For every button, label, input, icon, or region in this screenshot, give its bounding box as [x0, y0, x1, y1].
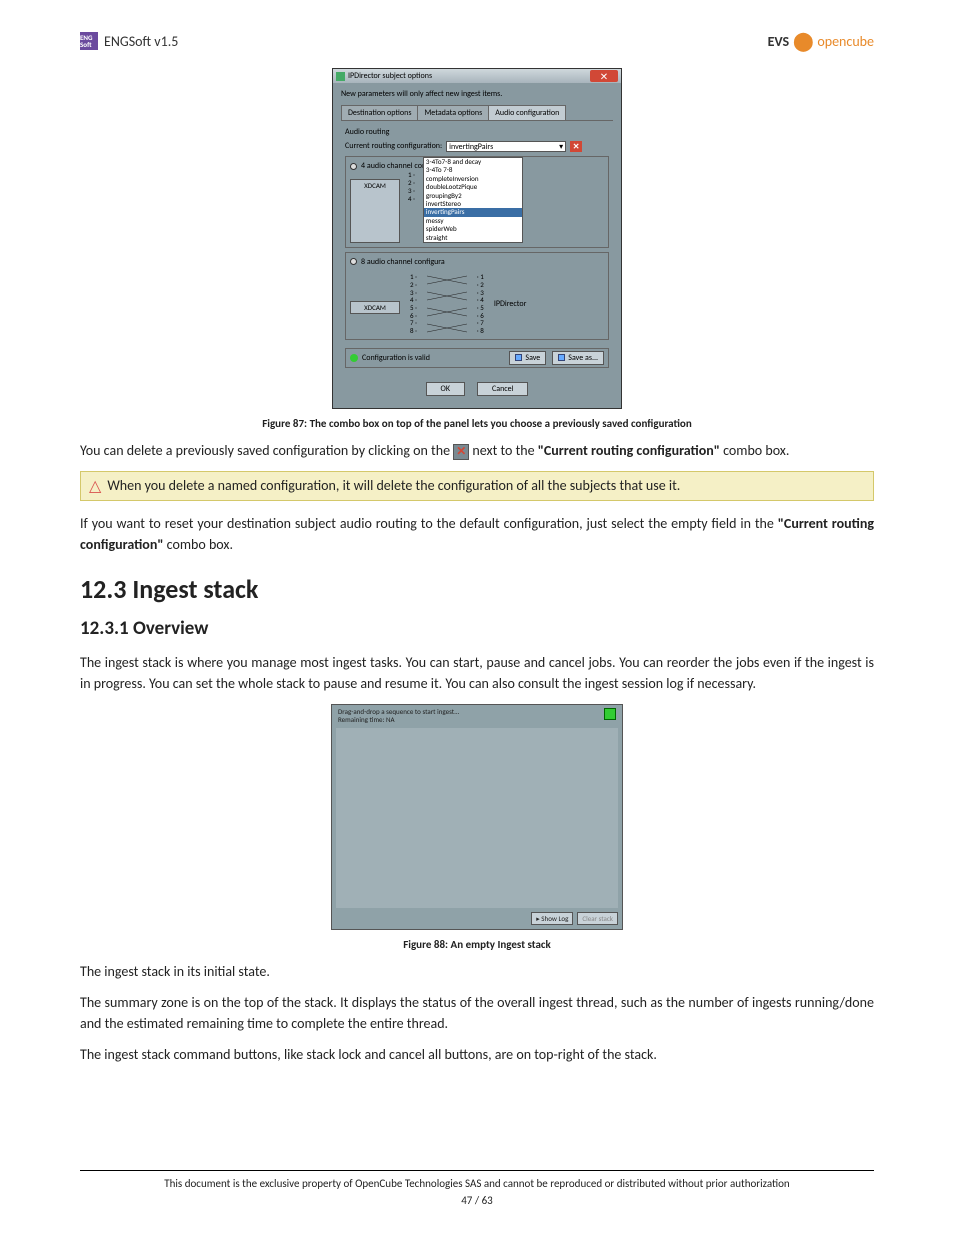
page-header: ENG Soft ENGSoft v1.5 EVS ⬤ opencube — [80, 30, 874, 52]
routing-dropdown-list[interactable]: 3-4To7-8 and decay 3-4To 7-8 completeInv… — [423, 157, 523, 243]
combo-value: invertingPairs — [449, 142, 493, 152]
stack-empty-area[interactable] — [336, 728, 618, 908]
save-as-button[interactable]: Save as... — [552, 351, 604, 365]
clear-stack-button[interactable]: Clear stack — [577, 912, 618, 925]
opencube-brand: opencube — [817, 33, 874, 50]
paragraph-overview: The ingest stack is where you manage mos… — [80, 652, 874, 694]
heading-ingest-stack: 12.3 Ingest stack — [80, 573, 874, 605]
stack-lock-button[interactable] — [604, 708, 616, 720]
ok-button[interactable]: OK — [426, 382, 465, 396]
validation-row: Configuration is valid Save Save as... — [345, 348, 609, 368]
four-channel-group: 4 audio channel configura XDCAM 1 ·2 ·3 … — [345, 156, 609, 248]
valid-indicator-icon — [350, 354, 358, 362]
paragraph-reset-config: If you want to reset your destination su… — [80, 513, 874, 555]
tab-audio-configuration[interactable]: Audio configuration — [488, 105, 566, 120]
current-routing-label: Current routing configuration: — [345, 141, 442, 151]
dst-channels: · 1· 2· 3· 4· 5· 6· 7· 8 — [477, 273, 484, 335]
paragraph-summary-zone: The summary zone is on the top of the st… — [80, 992, 874, 1034]
delete-x-icon: ✕ — [453, 444, 469, 460]
ipdirector-label: IPDirector — [494, 299, 527, 309]
close-icon[interactable]: ✕ — [590, 70, 618, 82]
eight-channel-label: 8 audio channel configura — [361, 257, 445, 267]
paragraph-delete-config: You can delete a previously saved config… — [80, 440, 874, 461]
dialog-notice: New parameters will only affect new inge… — [341, 89, 613, 99]
dialog-tabs: Destination options Metadata options Aud… — [341, 105, 613, 121]
heading-overview: 12.3.1 Overview — [80, 617, 874, 640]
page-number: 47 / 63 — [80, 1194, 874, 1207]
radio-8ch[interactable] — [350, 258, 357, 265]
header-left: ENG Soft ENGSoft v1.5 — [80, 32, 178, 50]
warning-text: When you delete a named configuration, i… — [107, 477, 680, 494]
tab-destination-options[interactable]: Destination options — [341, 105, 418, 120]
show-log-button[interactable]: ▸ Show Log — [531, 912, 573, 925]
figure-87-caption: Figure 87: The combo box on top of the p… — [80, 417, 874, 430]
valid-text: Configuration is valid — [362, 353, 430, 363]
dialog-titlebar[interactable]: IPDirector subject options ✕ — [333, 69, 621, 83]
save-button[interactable]: Save — [509, 351, 546, 365]
warning-box: △ When you delete a named configuration,… — [80, 471, 874, 501]
routing-config-combo[interactable]: invertingPairs ▾ — [446, 141, 566, 152]
evs-brand: EVS — [768, 33, 790, 50]
dialog-title: IPDirector subject options — [348, 71, 432, 81]
tab-metadata-options[interactable]: Metadata options — [417, 105, 489, 120]
header-title: ENGSoft v1.5 — [104, 33, 178, 50]
routing-lines-icon — [427, 273, 467, 335]
disk-icon — [558, 354, 565, 361]
audio-config-panel: Audio routing Current routing configurat… — [341, 121, 613, 374]
cancel-button[interactable]: Cancel — [477, 382, 529, 396]
disk-icon — [515, 354, 522, 361]
figure-88-caption: Figure 88: An empty Ingest stack — [80, 938, 874, 951]
list-item[interactable]: straight — [424, 234, 522, 242]
header-right: EVS ⬤ opencube — [768, 30, 874, 52]
footer-text: This document is the exclusive property … — [80, 1177, 874, 1190]
dialog-icon — [336, 72, 345, 81]
radio-4ch[interactable] — [350, 163, 357, 170]
xdcam-button-8[interactable]: XDCAM — [350, 301, 400, 314]
ipdirector-options-dialog: IPDirector subject options ✕ New paramet… — [332, 68, 622, 409]
chevron-down-icon: ▾ — [559, 142, 563, 152]
paragraph-initial-state: The ingest stack in its initial state. — [80, 961, 874, 982]
opencube-swoosh-icon: ⬤ — [793, 30, 813, 52]
eight-channel-group: 8 audio channel configura XDCAM 1 ·2 ·3 … — [345, 252, 609, 340]
audio-routing-label: Audio routing — [345, 127, 609, 137]
engsoft-logo-icon: ENG Soft — [80, 32, 98, 50]
ingest-stack-panel: Drag-and-drop a sequence to start ingest… — [331, 704, 623, 930]
src-channels: 1 ·2 ·3 ·4 ·5 ·6 ·7 ·8 · — [410, 273, 417, 335]
xdcam-button-4[interactable]: XDCAM — [350, 179, 400, 243]
stack-remaining-time: Remaining time: NA — [338, 716, 459, 724]
paragraph-command-buttons: The ingest stack command buttons, like s… — [80, 1044, 874, 1065]
delete-config-button[interactable]: ✕ — [570, 141, 582, 152]
page-footer: This document is the exclusive property … — [80, 1170, 874, 1207]
warning-triangle-icon: △ — [89, 476, 101, 496]
